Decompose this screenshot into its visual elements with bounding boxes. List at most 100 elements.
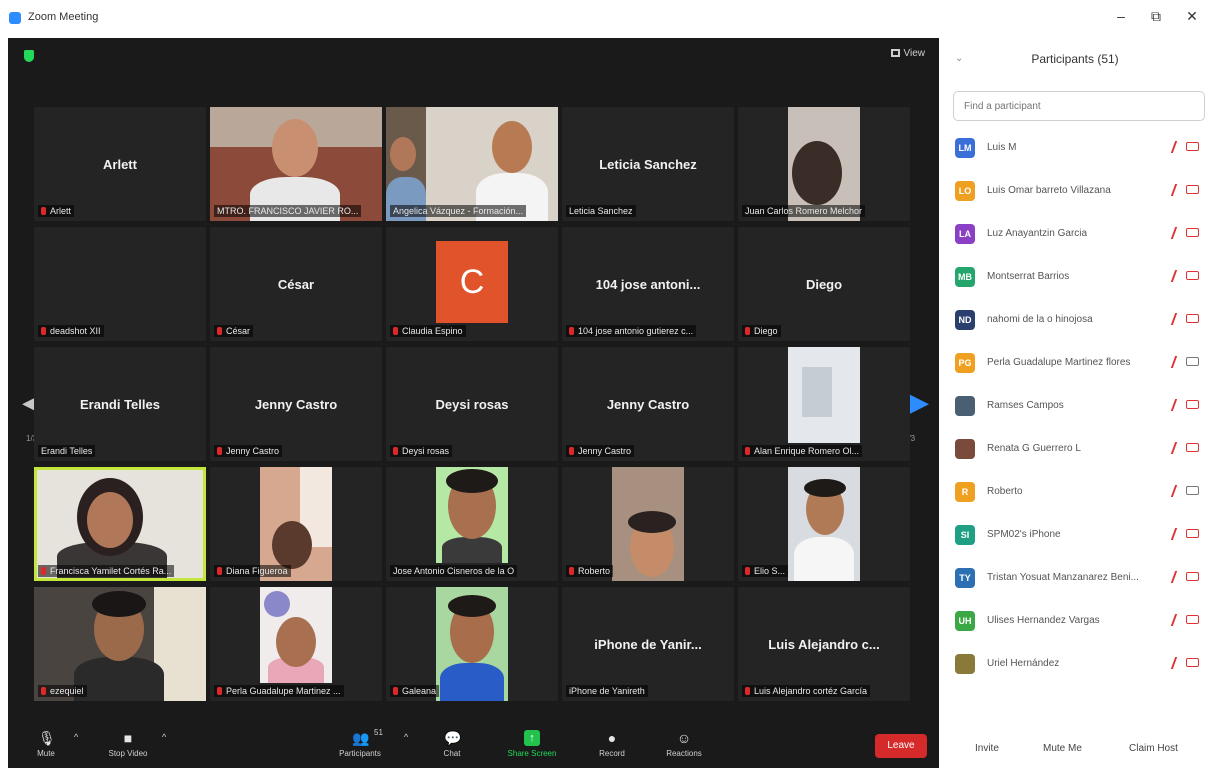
- video-tile[interactable]: César César: [210, 227, 382, 341]
- muted-mic-icon: [41, 327, 46, 335]
- muted-mic-icon: [1170, 356, 1182, 368]
- video-tile[interactable]: Diana Figueroa: [210, 467, 382, 581]
- participant-row[interactable]: TY Tristan Yosuat Manzanarez Beni...: [953, 560, 1205, 596]
- video-tile[interactable]: MTRO. FRANCISCO JAVIER RO...: [210, 107, 382, 221]
- muted-mic-icon: [569, 567, 574, 575]
- participant-name: SPM02's iPhone: [987, 529, 1061, 540]
- participant-name: Luis Omar barreto Villazana: [987, 185, 1111, 196]
- participant-label: Angelica Vázquez - Formación...: [390, 205, 527, 217]
- video-feed: [386, 107, 558, 221]
- participant-row[interactable]: Uriel Hernández: [953, 646, 1205, 682]
- muted-mic-icon: [393, 327, 398, 335]
- participants-icon: 👥: [352, 730, 370, 746]
- muted-mic-icon: [217, 447, 222, 455]
- participant-row[interactable]: ND nahomi de la o hinojosa: [953, 302, 1205, 338]
- participant-row[interactable]: LA Luz Anayantzin Garcia: [953, 216, 1205, 252]
- view-button[interactable]: View: [890, 48, 925, 59]
- zoom-logo-icon: [9, 12, 21, 24]
- video-tile[interactable]: Elio S...: [738, 467, 910, 581]
- record-button[interactable]: ● Record: [582, 726, 642, 758]
- video-tile[interactable]: Jose Antonio Cisneros de la O: [386, 467, 558, 581]
- avatar: R: [955, 482, 975, 502]
- video-tile[interactable]: Angelica Vázquez - Formación...: [386, 107, 558, 221]
- video-tile[interactable]: Erandi Telles Erandi Telles: [34, 347, 206, 461]
- video-tile[interactable]: Alan Enrique Romero Ol...: [738, 347, 910, 461]
- video-feed: [436, 587, 508, 701]
- claim-host-button[interactable]: Claim Host: [1129, 743, 1178, 754]
- share-screen-button[interactable]: ↑ Share Screen: [502, 726, 562, 758]
- video-off-icon: [1186, 529, 1199, 538]
- muted-mic-icon: [1170, 528, 1182, 540]
- participant-row[interactable]: LM Luis M: [953, 130, 1205, 166]
- participant-name: Luz Anayantzin Garcia: [987, 228, 1088, 239]
- video-tile[interactable]: 104 jose antoni... 104 jose antonio guti…: [562, 227, 734, 341]
- participant-label: Jenny Castro: [214, 445, 283, 457]
- participants-options-caret-icon[interactable]: ^: [404, 732, 408, 742]
- muted-mic-icon: [41, 567, 46, 575]
- participant-name: Diego: [805, 277, 843, 292]
- participant-label: Diego: [742, 325, 781, 337]
- chat-button[interactable]: 💬 Chat: [422, 726, 482, 758]
- video-tile[interactable]: iPhone de Yanir... iPhone de Yanireth: [562, 587, 734, 701]
- video-feed: [436, 467, 508, 563]
- invite-button[interactable]: Invite: [975, 743, 999, 754]
- participant-label: Juan Carlos Romero Melchor: [742, 205, 866, 217]
- video-tile[interactable]: Galeana: [386, 587, 558, 701]
- participant-row[interactable]: Renata G Guerrero L: [953, 431, 1205, 467]
- video-tile[interactable]: deadshot XII: [34, 227, 206, 341]
- participant-row[interactable]: Ramses Campos: [953, 388, 1205, 424]
- participant-label: Alan Enrique Romero Ol...: [742, 445, 863, 457]
- avatar: LM: [955, 138, 975, 158]
- participant-name: Jenny Castro: [606, 397, 690, 412]
- video-tile[interactable]: Jenny Castro Jenny Castro: [562, 347, 734, 461]
- participant-row[interactable]: MB Montserrat Barrios: [953, 259, 1205, 295]
- mute-button[interactable]: 🎙 Mute: [16, 726, 76, 758]
- participant-label: iPhone de Yanireth: [566, 685, 648, 697]
- participant-row[interactable]: R Roberto: [953, 474, 1205, 510]
- video-tile[interactable]: Deysi rosas Deysi rosas: [386, 347, 558, 461]
- video-tile[interactable]: Perla Guadalupe Martinez ...: [210, 587, 382, 701]
- minimize-button[interactable]: –: [1111, 8, 1131, 24]
- participant-row[interactable]: UH Ulises Hernandez Vargas: [953, 603, 1205, 639]
- video-tile[interactable]: Arlett Arlett: [34, 107, 206, 221]
- video-tile[interactable]: Juan Carlos Romero Melchor: [738, 107, 910, 221]
- participant-name: Luis M: [987, 142, 1017, 153]
- video-feed: [260, 467, 332, 581]
- security-shield-icon[interactable]: [24, 50, 34, 62]
- leave-button[interactable]: Leave: [875, 734, 927, 758]
- avatar: ND: [955, 310, 975, 330]
- muted-mic-icon: [1170, 399, 1182, 411]
- video-tile[interactable]: Roberto: [562, 467, 734, 581]
- avatar: PG: [955, 353, 975, 373]
- search-participant-input[interactable]: [953, 91, 1205, 121]
- video-options-caret-icon[interactable]: ^: [162, 732, 166, 742]
- participant-name: Leticia Sanchez: [599, 157, 697, 172]
- participant-label: Francisca Yamilet Cortés Ra...: [38, 565, 175, 577]
- video-tile[interactable]: Jenny Castro Jenny Castro: [210, 347, 382, 461]
- video-off-icon: [1186, 400, 1199, 409]
- mute-me-button[interactable]: Mute Me: [1043, 743, 1082, 754]
- restore-button[interactable]: ⧉: [1146, 8, 1166, 25]
- participant-name: Erandi Telles: [80, 397, 160, 412]
- record-icon: ●: [607, 730, 617, 746]
- video-tile[interactable]: Leticia Sanchez Leticia Sanchez: [562, 107, 734, 221]
- video-off-icon: [1186, 443, 1199, 452]
- participant-row[interactable]: SI SPM02's iPhone: [953, 517, 1205, 553]
- video-tile[interactable]: ezequiel: [34, 587, 206, 701]
- panel-title: Participants (51): [1031, 52, 1119, 66]
- muted-mic-icon: [1170, 485, 1182, 497]
- participant-row[interactable]: LO Luis Omar barreto Villazana: [953, 173, 1205, 209]
- video-tile-active-speaker[interactable]: Francisca Yamilet Cortés Ra...: [34, 467, 206, 581]
- participant-row[interactable]: PG Perla Guadalupe Martinez flores: [953, 345, 1205, 381]
- participant-name: iPhone de Yanir...: [594, 637, 702, 652]
- meeting-toolbar: 🎙 Mute ^ ■ Stop Video ^ 👥 Participants 5…: [8, 726, 939, 768]
- audio-options-caret-icon[interactable]: ^: [74, 732, 78, 742]
- reactions-smiley-icon: ☺: [676, 730, 692, 746]
- video-tile[interactable]: C Claudia Espino: [386, 227, 558, 341]
- video-tile[interactable]: Diego Diego: [738, 227, 910, 341]
- reactions-button[interactable]: ☺ Reactions: [654, 726, 714, 758]
- stop-video-button[interactable]: ■ Stop Video: [98, 726, 158, 758]
- video-tile[interactable]: Luis Alejandro c... Luis Alejandro corté…: [738, 587, 910, 701]
- muted-mic-icon: [393, 687, 398, 695]
- close-button[interactable]: ✕: [1182, 8, 1202, 25]
